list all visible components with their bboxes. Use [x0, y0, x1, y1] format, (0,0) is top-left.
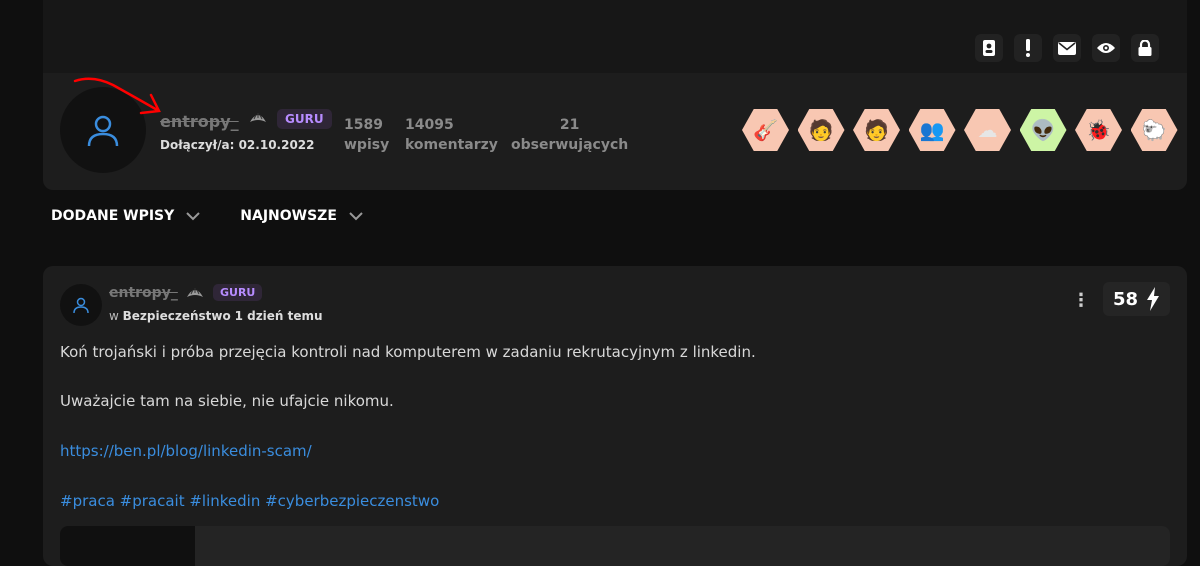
lightning-icon	[1147, 287, 1160, 311]
vote-count: 58	[1112, 288, 1139, 310]
post-tags[interactable]: #praca #pracait #linkedin #cyberbezpiecz…	[60, 492, 439, 510]
post-category[interactable]: Bezpieczeństwo	[123, 309, 231, 323]
report-button[interactable]	[1014, 34, 1042, 62]
rank-badge: GURU	[213, 284, 263, 301]
achievement-glyph: 🧑	[864, 118, 889, 142]
tab-label: DODANE WPISY	[51, 208, 175, 224]
more-options-icon[interactable]: ⋮	[1072, 290, 1090, 311]
screenshot-thumbnail	[60, 526, 195, 566]
contact-card-button[interactable]	[975, 34, 1003, 62]
post-author-name[interactable]: entropy_	[109, 285, 178, 301]
chevron-down-icon	[186, 211, 200, 220]
stat-label: obserwujących	[511, 137, 629, 153]
stat-value: 1589	[344, 117, 383, 133]
achievement-bug-icon[interactable]: 🐞	[1075, 109, 1122, 151]
stat-label: komentarzy	[405, 137, 498, 153]
tab-newest[interactable]: NAJNOWSZE	[240, 208, 363, 224]
stat-followers[interactable]: 21 obserwujących	[511, 115, 628, 155]
user-icon	[87, 115, 119, 147]
achievement-glyph: 🐑	[1141, 118, 1167, 142]
croissant-icon	[187, 288, 203, 297]
block-button[interactable]	[1131, 34, 1159, 62]
achievement-two-people-icon[interactable]: 👥	[908, 109, 956, 151]
post-meta: w Bezpieczeństwo 1 dzień temu	[109, 309, 323, 323]
vote-button[interactable]: 58	[1103, 282, 1170, 316]
envelope-icon	[1058, 41, 1076, 55]
post-body-line: Uważajcie tam na siebie, nie ufajcie nik…	[60, 392, 394, 410]
profile-avatar	[60, 87, 146, 173]
stat-value: 21	[559, 117, 580, 133]
stat-posts[interactable]: 1589 wpisy	[344, 115, 389, 155]
achievement-glyph: ☁	[977, 118, 998, 142]
user-icon	[73, 297, 89, 314]
achievements-list: 🎸 🧑 🧑 👥 ☁ 👽 🐞 🐑	[742, 109, 1178, 151]
achievement-person-stars-icon[interactable]: 🧑	[797, 109, 845, 151]
stat-comments[interactable]: 14095 komentarzy	[405, 115, 498, 155]
achievement-person-stars-icon[interactable]: 🧑	[853, 109, 900, 151]
contact-card-icon	[983, 40, 995, 56]
croissant-icon	[250, 113, 266, 122]
achievement-astronaut-icon[interactable]: 👽	[1019, 109, 1067, 151]
post-body-line: Koń trojański i próba przejęcia kontroli…	[60, 343, 756, 361]
join-date: Dołączył/a: 02.10.2022	[160, 138, 315, 152]
profile-banner	[43, 0, 1187, 73]
feed-filters: DODANE WPISY NAJNOWSZE	[51, 208, 363, 224]
observe-button[interactable]	[1092, 34, 1120, 62]
post-image[interactable]	[60, 526, 1170, 566]
achievement-glyph: 👥	[919, 118, 945, 142]
achievement-rocket-guitar-icon[interactable]: 🎸	[742, 109, 789, 151]
achievement-glyph: 👽	[1030, 118, 1056, 142]
stat-label: wpisy	[344, 137, 390, 153]
achievement-glyph: 🧑	[808, 118, 834, 142]
profile-username: entropy_	[160, 112, 239, 131]
lock-icon	[1138, 40, 1152, 56]
achievement-cloud-icon[interactable]: ☁	[964, 109, 1011, 151]
meta-prefix: w	[109, 309, 123, 323]
achievement-glyph: 🎸	[753, 118, 778, 142]
exclamation-icon	[1026, 39, 1030, 57]
profile-card: entropy_ GURU Dołączył/a: 02.10.2022 158…	[43, 73, 1187, 190]
tab-added-posts[interactable]: DODANE WPISY	[51, 208, 200, 224]
chevron-down-icon	[349, 211, 363, 220]
message-button[interactable]	[1053, 34, 1081, 62]
achievement-sheep-icon[interactable]: 🐑	[1130, 109, 1178, 151]
achievement-glyph: 🐞	[1086, 118, 1111, 142]
profile-actions	[975, 34, 1159, 62]
post-card: entropy_ GURU w Bezpieczeństwo 1 dzień t…	[43, 266, 1187, 566]
rank-badge: GURU	[277, 109, 332, 129]
post-author-avatar[interactable]	[60, 284, 102, 326]
stat-value: 14095	[405, 117, 454, 133]
eye-icon	[1097, 43, 1115, 53]
tab-label: NAJNOWSZE	[240, 208, 337, 224]
post-time: 1 dzień temu	[234, 309, 323, 323]
post-link[interactable]: https://ben.pl/blog/linkedin-scam/	[60, 442, 312, 460]
